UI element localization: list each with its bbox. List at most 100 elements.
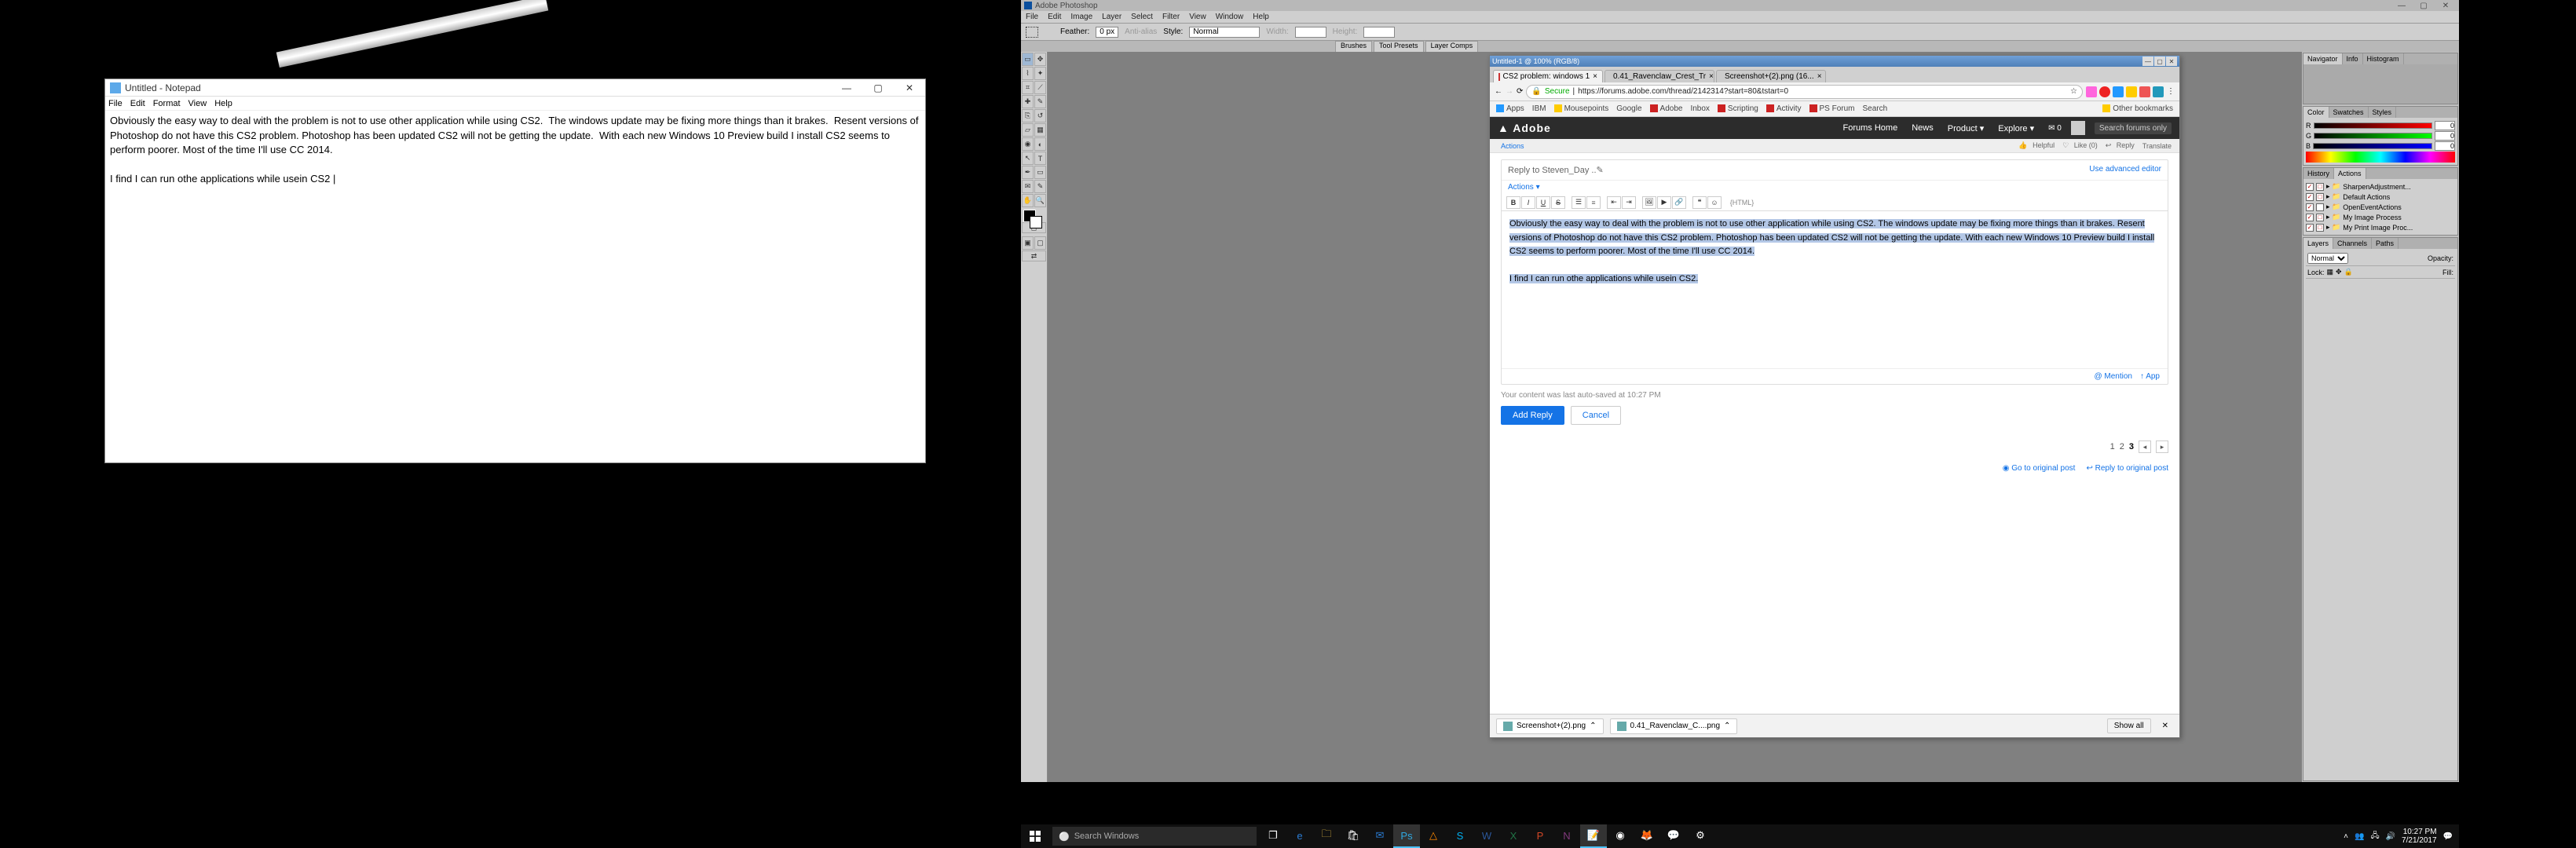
maximize-button[interactable]: ▢ (862, 79, 894, 97)
reply-button[interactable]: ↩ Reply (2106, 141, 2135, 150)
edge-icon[interactable]: e (1286, 824, 1313, 848)
number-list-button[interactable]: ≡ (1586, 196, 1601, 209)
forward-button[interactable]: → (1506, 87, 1513, 96)
ps-minimize[interactable]: — (2391, 2, 2412, 10)
lasso-tool[interactable]: ⌇ (1022, 67, 1034, 80)
navigator-tab[interactable]: Navigator (2303, 53, 2343, 64)
messages-badge[interactable]: ✉ 0 (2048, 124, 2062, 133)
b-value[interactable] (2435, 141, 2455, 151)
r-value[interactable] (2435, 121, 2455, 130)
settings-icon[interactable]: ⚙ (1687, 824, 1714, 848)
notepad-textarea[interactable]: Obviously the easy way to deal with the … (105, 111, 925, 462)
video-button[interactable]: ▶ (1657, 196, 1671, 209)
bookmark-google[interactable]: Google (1616, 104, 1641, 113)
ps-menu-edit[interactable]: Edit (1048, 13, 1061, 21)
channels-tab[interactable]: Channels (2333, 238, 2372, 249)
chrome-icon[interactable]: ◉ (1607, 824, 1634, 848)
tool-presets-tab[interactable]: Tool Presets (1374, 41, 1424, 52)
docwin-titlebar[interactable]: Untitled-1 @ 100% (RGB/8) — ▢ ✕ (1490, 56, 2179, 67)
styles-tab[interactable]: Styles (2369, 107, 2397, 118)
pen-tool[interactable]: ✒ (1022, 166, 1034, 179)
hand-tool[interactable]: ✋ (1022, 194, 1034, 207)
style-select[interactable]: Normal (1189, 27, 1260, 38)
move-tool[interactable]: ✥ (1034, 53, 1046, 66)
action-row[interactable]: ✓ ▸ 📁 OpenEventActions (2306, 202, 2455, 212)
reply-original-link[interactable]: ↩ Reply to original post (2086, 464, 2168, 473)
history-brush-tool[interactable]: ↺ (1034, 109, 1046, 122)
ps-menu-layer[interactable]: Layer (1102, 13, 1122, 21)
action-row[interactable]: ✓□ ▸ 📁 Default Actions (2306, 192, 2455, 202)
action-row[interactable]: ✓□ ▸ 📁 My Print Image Proc... (2306, 222, 2455, 232)
menu-file[interactable]: File (108, 99, 123, 108)
actions-link[interactable]: Actions (1508, 183, 1534, 192)
image-button[interactable]: 🖼 (1642, 196, 1656, 209)
info-tab[interactable]: Info (2343, 53, 2363, 64)
lock-all-icon[interactable]: 🔒 (2344, 268, 2353, 276)
taskbar-clock[interactable]: 10:27 PM 7/21/2017 (2402, 828, 2437, 845)
color-spectrum[interactable] (2306, 152, 2455, 163)
user-avatar[interactable] (2071, 121, 2085, 135)
page-1[interactable]: 1 (2110, 442, 2115, 451)
ext-icon-3[interactable] (2113, 86, 2124, 97)
feedback-icon[interactable]: 💬 (1660, 824, 1687, 848)
tab-close-icon[interactable]: × (1593, 72, 1597, 81)
network-icon[interactable]: 🖧 (2370, 830, 2379, 843)
bookmark-mousepoints[interactable]: Mousepoints (1554, 104, 1609, 113)
firefox-icon[interactable]: 🦊 (1634, 824, 1660, 848)
type-tool[interactable]: T (1034, 152, 1046, 165)
strike-button[interactable]: S (1551, 196, 1565, 209)
g-value[interactable] (2435, 131, 2455, 141)
reply-textarea[interactable]: Obviously the easy way to deal with the … (1502, 211, 2168, 368)
wand-tool[interactable]: ✦ (1034, 67, 1046, 80)
photoshop-taskbar-icon[interactable]: Ps (1393, 824, 1420, 848)
reload-button[interactable]: ⟳ (1517, 87, 1523, 96)
forum-search[interactable]: Search forums only (2095, 122, 2172, 134)
emoji-button[interactable]: ☺ (1707, 196, 1722, 209)
chrome-tab-3[interactable]: Screenshot+(2).png (16...× (1716, 70, 1826, 82)
start-button[interactable] (1021, 824, 1049, 848)
menu-edit[interactable]: Edit (130, 99, 145, 108)
page-prev[interactable]: ◂ (2139, 440, 2151, 453)
docwin-minimize[interactable]: — (2142, 57, 2153, 66)
bookmark-ibm[interactable]: IBM (1532, 104, 1546, 113)
menu-format[interactable]: Format (153, 99, 181, 108)
italic-button[interactable]: I (1521, 196, 1535, 209)
width-input[interactable] (1295, 27, 1326, 38)
marquee-tool[interactable]: ▭ (1022, 53, 1034, 66)
bookmark-search[interactable]: Search (1863, 104, 1888, 113)
tab-close-icon[interactable]: × (1817, 72, 1822, 81)
layers-panel[interactable]: Layers Channels Paths Normal Opacity: Lo… (2303, 237, 2458, 781)
taskbar-search[interactable]: ⚪ Search Windows (1052, 827, 1257, 846)
dodge-tool[interactable]: ◐ (1034, 137, 1046, 151)
mail-icon[interactable]: ✉ (1367, 824, 1393, 848)
nav-forums-home[interactable]: Forums Home (1843, 123, 1898, 133)
action-center-icon[interactable]: 💬 (2443, 832, 2453, 841)
chevron-up-icon[interactable]: ⌃ (1590, 722, 1596, 730)
word-icon[interactable]: W (1473, 824, 1500, 848)
other-bookmarks[interactable]: Other bookmarks (2102, 104, 2173, 113)
jump-to-imageready[interactable]: ⇄ (1022, 250, 1046, 261)
app-button[interactable]: ↑ App (2140, 372, 2160, 381)
onenote-icon[interactable]: N (1553, 824, 1580, 848)
nav-product[interactable]: Product ▾ (1948, 123, 1985, 133)
outdent-button[interactable]: ⇤ (1607, 196, 1621, 209)
color-swatches[interactable] (1022, 208, 1046, 230)
screen-mode-2[interactable]: ▢ (1034, 236, 1046, 250)
chrome-tab-1[interactable]: CS2 problem: windows 1× (1493, 70, 1603, 82)
layers-tab[interactable]: Layers (2303, 238, 2333, 249)
ext-icon-2[interactable] (2099, 86, 2110, 97)
use-advanced-editor-link[interactable]: Use advanced editor (2089, 165, 2161, 175)
navigator-panel[interactable]: Navigator Info Histogram (2303, 53, 2458, 104)
notes-tool[interactable]: ✉ (1022, 180, 1034, 193)
indent-button[interactable]: ⇥ (1622, 196, 1636, 209)
excel-icon[interactable]: X (1500, 824, 1527, 848)
gradient-tool[interactable]: ▦ (1034, 123, 1046, 137)
task-view-icon[interactable]: ❐ (1260, 824, 1286, 848)
quote-button[interactable]: ❝ (1692, 196, 1707, 209)
bookmark-scripting[interactable]: Scripting (1718, 104, 1758, 113)
adobe-logo[interactable]: ▲ Adobe (1498, 122, 1551, 134)
history-tab[interactable]: History (2303, 168, 2334, 179)
ps-titlebar[interactable]: Adobe Photoshop — ▢ ✕ (1021, 0, 2459, 11)
cancel-button[interactable]: Cancel (1571, 406, 1621, 425)
blend-mode-select[interactable]: Normal (2307, 253, 2348, 264)
